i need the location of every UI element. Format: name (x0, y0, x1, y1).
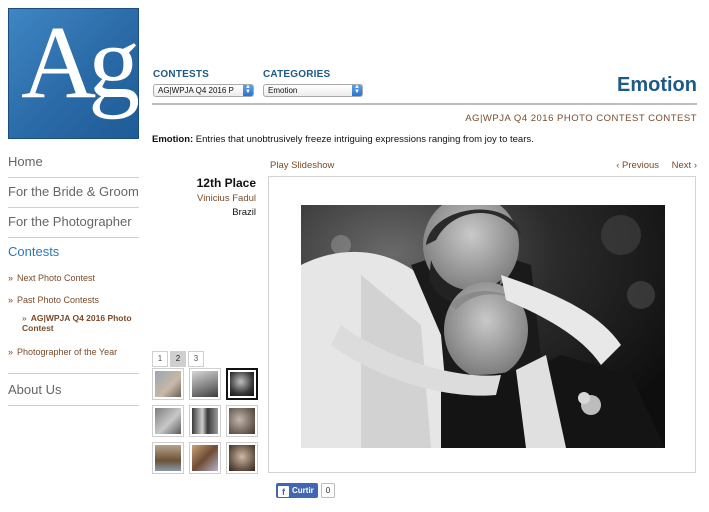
contest-name: AG|WPJA Q4 2016 PHOTO CONTEST CONTEST (465, 113, 697, 124)
logo-text: Ag (21, 8, 138, 120)
photo-image (301, 205, 665, 448)
like-label: Curtir (292, 486, 314, 495)
thumbnail[interactable] (189, 405, 221, 437)
contests-select-value: AG|WPJA Q4 2016 P (158, 86, 234, 95)
nav-past-contests-label: Past Photo Contests (17, 295, 100, 305)
chevron-right-icon: » (8, 347, 14, 357)
facebook-icon: f (278, 486, 289, 497)
nav-next-contest[interactable]: » Next Photo Contest (8, 269, 139, 291)
categories-label: CATEGORIES (263, 69, 331, 80)
thumbnail[interactable] (152, 442, 184, 474)
chevron-right-icon: » (8, 273, 14, 283)
contests-filter: CONTESTS AG|WPJA Q4 2016 P ▲ ▼ (153, 69, 254, 97)
category-text: Entries that unobtrusively freeze intrig… (193, 134, 534, 145)
category-description: Emotion: Entries that unobtrusively free… (152, 134, 534, 145)
site-logo[interactable]: Ag (8, 8, 139, 139)
like-button[interactable]: f Curtir (276, 483, 318, 498)
thumbnail[interactable] (152, 368, 184, 400)
nav-photographer-of-year-label: Photographer of the Year (17, 347, 118, 357)
photographer-name[interactable]: Vinicius Fadul (146, 193, 256, 204)
thumbnail-pagination: 123 (152, 348, 206, 367)
nav-about[interactable]: About Us (8, 374, 139, 406)
thumbnail[interactable] (189, 442, 221, 474)
title-divider (152, 103, 697, 105)
facebook-like: f Curtir 0 (276, 483, 336, 498)
placement: 12th Place (196, 176, 256, 190)
prev-next-nav: ‹ Previous Next › (606, 160, 697, 171)
categories-filter: CATEGORIES Emotion ▲ ▼ (263, 69, 363, 97)
sidebar-nav: Home For the Bride & Groom For the Photo… (8, 148, 139, 406)
contests-label: CONTESTS (153, 69, 210, 80)
contests-select[interactable]: AG|WPJA Q4 2016 P ▲ ▼ (153, 84, 254, 97)
like-count: 0 (320, 483, 336, 498)
nav-past-contests[interactable]: » Past Photo Contests (8, 291, 139, 313)
nav-photographer[interactable]: For the Photographer (8, 208, 139, 238)
thumbnail[interactable] (226, 405, 258, 437)
photographer-country: Brazil (232, 207, 256, 218)
contest-photo[interactable] (301, 205, 665, 448)
thumbnail[interactable] (226, 442, 258, 474)
nav-next-contest-label: Next Photo Contest (17, 273, 96, 283)
play-slideshow-link[interactable]: Play Slideshow (270, 160, 334, 171)
chevron-right-icon: » (8, 295, 14, 305)
category-term: Emotion: (152, 134, 194, 145)
photo-frame (268, 176, 696, 473)
next-link[interactable]: Next › (672, 160, 697, 171)
previous-link[interactable]: ‹ Previous (616, 160, 659, 171)
nav-contests[interactable]: Contests (8, 238, 139, 267)
nav-current-contest-label: AG|WPJA Q4 2016 Photo Contest (22, 313, 132, 333)
contests-submenu: » Next Photo Contest » Past Photo Contests… (8, 267, 139, 374)
categories-select[interactable]: Emotion ▲ ▼ (263, 84, 363, 97)
thumbnail-selected[interactable] (226, 368, 258, 400)
nav-current-contest[interactable]: » AG|WPJA Q4 2016 Photo Contest (8, 313, 139, 343)
thumbnail[interactable] (189, 368, 221, 400)
page-1-button[interactable]: 1 (152, 351, 168, 367)
page-title: Emotion (617, 74, 697, 96)
nav-photographer-of-year[interactable]: » Photographer of the Year (8, 343, 139, 365)
select-arrows-icon: ▲ ▼ (243, 84, 253, 96)
chevron-right-icon: » (22, 313, 27, 323)
select-arrows-icon: ▲ ▼ (352, 84, 362, 96)
nav-home[interactable]: Home (8, 148, 139, 178)
page-2-button[interactable]: 2 (170, 351, 186, 367)
thumbnail[interactable] (152, 405, 184, 437)
categories-select-value: Emotion (268, 86, 298, 95)
entry-info: 12th Place Vinicius Fadul Brazil (146, 176, 256, 218)
page-3-button[interactable]: 3 (188, 351, 204, 367)
nav-bride-groom[interactable]: For the Bride & Groom (8, 178, 139, 208)
